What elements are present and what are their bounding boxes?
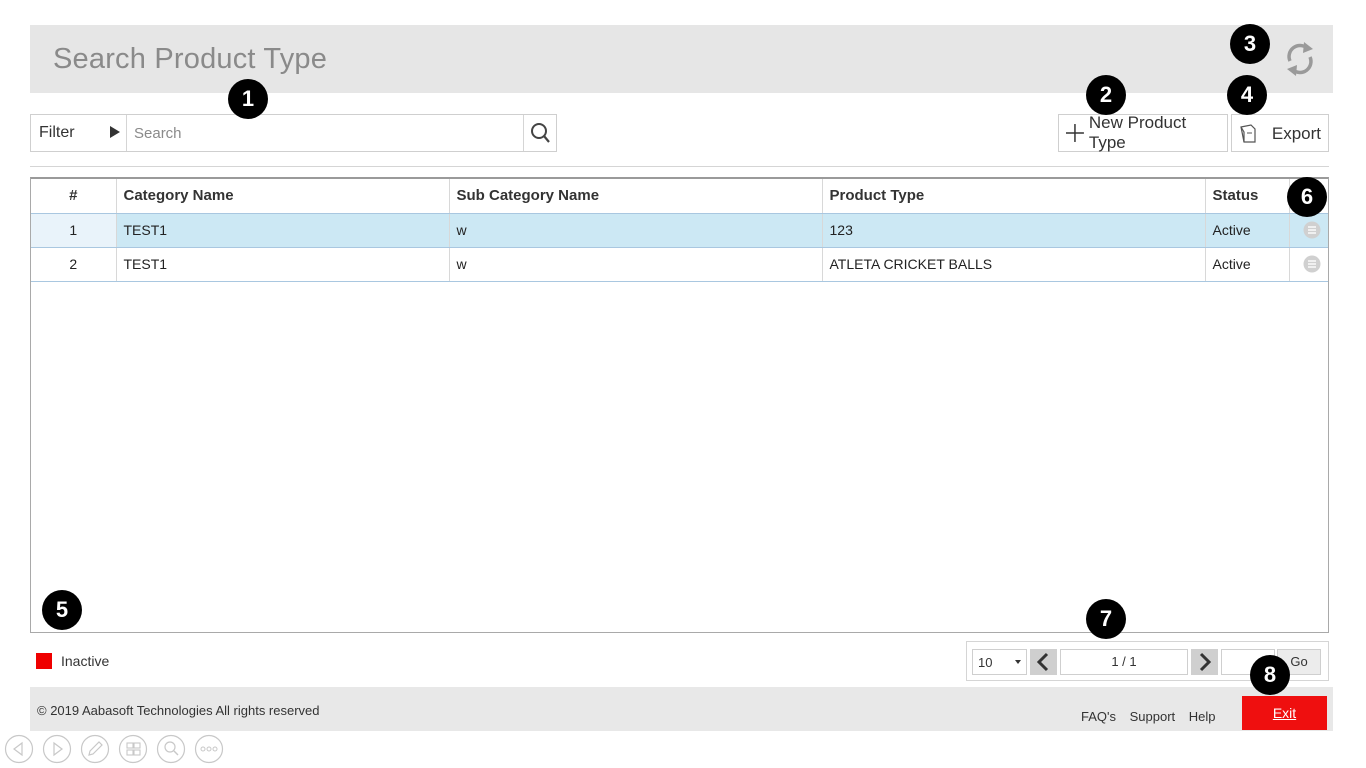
chevron-left-icon xyxy=(1036,652,1049,672)
column-header-status[interactable]: Status xyxy=(1205,179,1290,214)
next-page-button[interactable] xyxy=(1191,649,1218,675)
callout-5: 5 xyxy=(42,590,82,630)
faq-link[interactable]: FAQ's xyxy=(1081,709,1116,724)
column-header-product-type[interactable]: Product Type xyxy=(822,179,1206,214)
footer-links: FAQ's Support Help xyxy=(1081,709,1226,724)
copyright-text: © 2019 Aabasoft Technologies All rights … xyxy=(37,703,320,718)
pen-icon[interactable] xyxy=(80,734,110,764)
inactive-legend-label: Inactive xyxy=(61,653,110,669)
slides-icon[interactable] xyxy=(118,734,148,764)
previous-page-button[interactable] xyxy=(1030,649,1057,675)
column-header-category-name[interactable]: Category Name xyxy=(116,179,450,214)
help-link[interactable]: Help xyxy=(1189,709,1216,724)
product-type-grid: # Category Name Sub Category Name Produc… xyxy=(30,177,1329,633)
plus-icon xyxy=(1065,124,1084,142)
cell-sub-category-name: w xyxy=(449,213,823,248)
cell-sub-category-name: w xyxy=(449,247,823,282)
search-input[interactable] xyxy=(127,115,523,151)
column-header-number[interactable]: # xyxy=(31,179,117,214)
row-menu-icon[interactable] xyxy=(1303,255,1321,273)
app-window: Search Product Type Filter New Product T… xyxy=(30,25,1333,735)
chevron-down-icon xyxy=(1015,660,1021,664)
page-header: Search Product Type xyxy=(30,25,1333,93)
table-header-row: # Category Name Sub Category Name Produc… xyxy=(31,179,1328,214)
zoom-icon[interactable] xyxy=(156,734,186,764)
support-link[interactable]: Support xyxy=(1130,709,1176,724)
callout-3: 3 xyxy=(1230,24,1270,64)
column-header-sub-category-name[interactable]: Sub Category Name xyxy=(449,179,823,214)
cell-category-name: TEST1 xyxy=(116,213,450,248)
callout-4: 4 xyxy=(1227,75,1267,115)
product-type-table: # Category Name Sub Category Name Produc… xyxy=(31,179,1328,282)
cell-status: Active xyxy=(1205,213,1290,248)
toolbar-divider xyxy=(30,166,1329,167)
cell-product-type: ATLETA CRICKET BALLS xyxy=(822,247,1206,282)
page-size-select[interactable]: 10 xyxy=(972,649,1027,675)
footer: © 2019 Aabasoft Technologies All rights … xyxy=(30,687,1333,731)
callout-6: 6 xyxy=(1287,177,1327,217)
export-icon xyxy=(1240,124,1256,143)
next-icon[interactable] xyxy=(42,734,72,764)
page-title: Search Product Type xyxy=(53,43,328,75)
new-product-type-label: New Product Type xyxy=(1088,113,1187,152)
cell-category-name: TEST1 xyxy=(116,247,450,282)
callout-2: 2 xyxy=(1086,75,1126,115)
search-icon xyxy=(531,123,550,143)
new-product-type-button[interactable]: New Product Type xyxy=(1058,113,1228,152)
cell-number: 1 xyxy=(31,213,117,248)
table-row[interactable]: 1 TEST1 w 123 Active xyxy=(31,213,1328,248)
previous-icon[interactable] xyxy=(4,734,34,764)
page-indicator: 1 / 1 xyxy=(1060,649,1188,675)
slide-controls xyxy=(4,734,232,764)
row-menu-icon[interactable] xyxy=(1303,221,1321,239)
filter-search-bar: Filter xyxy=(30,114,557,152)
cell-actions xyxy=(1289,213,1328,248)
callout-7: 7 xyxy=(1086,599,1126,639)
chevron-right-icon xyxy=(1199,652,1212,672)
exit-button[interactable]: Exit xyxy=(1242,696,1327,730)
callout-8: 8 xyxy=(1250,655,1290,695)
cell-status: Active xyxy=(1205,247,1290,282)
page-size-value: 10 xyxy=(978,655,993,670)
search-button[interactable] xyxy=(523,115,557,151)
refresh-icon[interactable] xyxy=(1282,39,1318,79)
inactive-swatch xyxy=(36,653,52,669)
cell-product-type: 123 xyxy=(822,213,1206,248)
filter-expand-icon[interactable] xyxy=(110,126,120,138)
filter-label: Filter xyxy=(39,124,75,141)
cell-number: 2 xyxy=(31,247,117,282)
export-label: Export xyxy=(1271,124,1321,143)
table-row[interactable]: 2 TEST1 w ATLETA CRICKET BALLS Active xyxy=(31,247,1328,282)
more-icon[interactable] xyxy=(194,734,224,764)
export-button[interactable]: Export xyxy=(1231,114,1329,152)
callout-1: 1 xyxy=(228,79,268,119)
status-legend: Inactive xyxy=(36,653,109,669)
cell-actions xyxy=(1289,247,1328,282)
